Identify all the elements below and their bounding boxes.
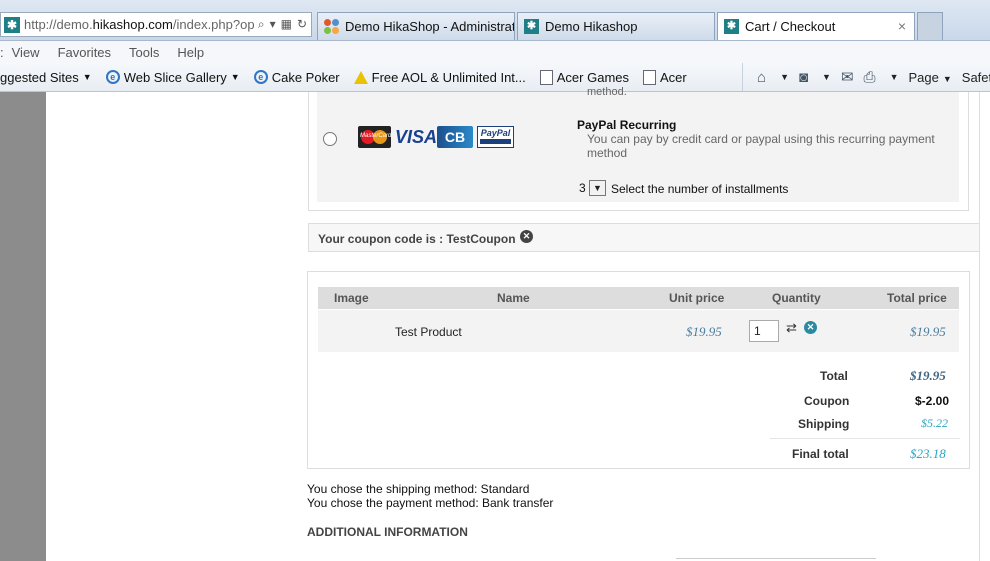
column-quantity: Quantity xyxy=(772,291,821,305)
search-icon[interactable]: ⌕ xyxy=(258,17,265,32)
unit-price: $19.95 xyxy=(686,324,722,339)
coupon-code-text: Your coupon code is : TestCoupon xyxy=(318,232,516,246)
tab-hikashop-admin[interactable]: Demo HikaShop - Administrati... xyxy=(317,12,515,40)
safety-menu[interactable]: Safet xyxy=(962,70,990,85)
cb-card-icon: CB xyxy=(437,126,473,148)
cart-table-header: Image Name Unit price Quantity Total pri… xyxy=(318,287,959,309)
favorite-suggested-sites[interactable]: ggested Sites ▼ xyxy=(0,70,92,85)
menu-tools[interactable]: Tools xyxy=(129,45,159,60)
page-icon xyxy=(643,69,657,85)
coupon-label: Coupon xyxy=(804,394,850,408)
ie-icon: e xyxy=(105,70,120,84)
payment-method-note: You chose the payment method: Bank trans… xyxy=(307,496,554,510)
compatibility-icon[interactable]: ▦ xyxy=(281,17,292,32)
address-bar[interactable]: ✱ http://demo.hikashop.com/index.php?op … xyxy=(0,12,312,37)
column-total-price: Total price xyxy=(887,291,947,305)
address-url[interactable]: http://demo.hikashop.com/index.php?op xyxy=(24,17,258,32)
refresh-quantity-icon[interactable]: ⇄ xyxy=(786,320,797,336)
page-right-border xyxy=(979,92,980,561)
coupon-value: $-2.00 xyxy=(915,394,950,408)
menu-bar: : View Favorites Tools Help xyxy=(0,41,990,63)
favorite-acer-games[interactable]: Acer Games xyxy=(539,69,629,85)
hikashop-favicon-icon: ✱ xyxy=(4,16,20,33)
refresh-icon[interactable]: ↻ xyxy=(297,17,307,32)
mastercard-icon: MasterCard xyxy=(358,126,391,148)
chevron-down-icon[interactable]: ▼ xyxy=(822,72,831,82)
table-row: Test Product $19.95 $19.95 xyxy=(318,310,959,352)
shipping-method-note: You chose the shipping method: Standard xyxy=(307,482,530,496)
mail-icon[interactable]: ✉ xyxy=(841,68,854,86)
ie-icon: e xyxy=(253,70,268,84)
menu-view[interactable]: View xyxy=(12,45,40,60)
print-icon[interactable]: ⎙ xyxy=(864,69,876,86)
page-left-margin xyxy=(0,92,46,561)
additional-information-heading: ADDITIONAL INFORMATION xyxy=(307,525,468,539)
column-unit-price: Unit price xyxy=(669,291,725,305)
hikashop-favicon-icon: ✱ xyxy=(724,19,739,34)
row-total-price: $19.95 xyxy=(910,324,946,339)
quantity-input[interactable]: 1 xyxy=(749,320,779,342)
page-menu[interactable]: Page ▼ xyxy=(908,70,951,85)
chevron-down-icon[interactable]: ▼ xyxy=(780,72,789,82)
installments-select[interactable]: ▼ xyxy=(589,180,606,196)
chevron-down-icon: ▼ xyxy=(230,72,240,82)
home-icon[interactable]: ⌂ xyxy=(757,69,766,86)
visa-icon: VISA xyxy=(395,127,438,147)
final-total-label: Final total xyxy=(792,447,849,461)
paypal-recurring-radio[interactable] xyxy=(323,132,337,146)
browser-tab-bar: ✱ http://demo.hikashop.com/index.php?op … xyxy=(0,0,990,41)
command-bar: ⌂ ▼ ◙ ▼ ✉ ⎙ ▼ Page ▼ Safet xyxy=(742,63,990,91)
favorite-acer[interactable]: Acer xyxy=(643,69,687,85)
product-name[interactable]: Test Product xyxy=(395,325,462,339)
joomla-icon xyxy=(324,19,339,34)
tab-cart-checkout[interactable]: ✱ Cart / Checkout × xyxy=(717,12,915,40)
total-label: Total xyxy=(820,369,848,383)
menu-help[interactable]: Help xyxy=(177,45,204,60)
page-icon xyxy=(539,69,553,85)
favorite-web-slice-gallery[interactable]: e Web Slice Gallery ▼ xyxy=(105,70,240,85)
hikashop-favicon-icon: ✱ xyxy=(524,19,539,34)
shipping-value: $5.22 xyxy=(921,416,948,430)
favorite-cake-poker[interactable]: e Cake Poker xyxy=(253,70,340,85)
installments-value: 3 xyxy=(579,181,586,195)
warning-icon xyxy=(353,70,368,84)
column-name: Name xyxy=(497,291,530,305)
menu-favorites[interactable]: Favorites xyxy=(58,45,111,60)
chevron-down-icon: ▼ xyxy=(593,183,602,193)
total-value: $19.95 xyxy=(910,368,946,383)
payment-method-description: You can pay by credit card or paypal usi… xyxy=(587,132,935,160)
payment-card-logos: MasterCard VISA CB PayPal xyxy=(358,126,514,148)
menu-edit-clip[interactable]: : xyxy=(0,45,4,60)
dropdown-icon[interactable]: ▾ xyxy=(270,17,276,32)
totals-divider xyxy=(770,438,960,439)
rss-feed-icon[interactable]: ◙ xyxy=(799,69,808,86)
tab-demo-hikashop[interactable]: ✱ Demo Hikashop xyxy=(517,12,715,40)
installments-label: Select the number of installments xyxy=(611,182,789,196)
chevron-down-icon: ▼ xyxy=(82,72,92,82)
favorite-free-aol[interactable]: Free AOL & Unlimited Int... xyxy=(353,70,526,85)
final-total-value: $23.18 xyxy=(910,446,946,461)
paypal-icon: PayPal xyxy=(477,126,514,148)
close-tab-icon[interactable]: × xyxy=(898,18,906,34)
chevron-down-icon[interactable]: ▼ xyxy=(890,72,899,82)
favorites-bar: ggested Sites ▼ e Web Slice Gallery ▼ e Cake… xyxy=(0,63,990,92)
remove-product-icon[interactable]: ✕ xyxy=(804,321,817,334)
payment-method-name: PayPal Recurring xyxy=(577,118,677,132)
form-field-edge xyxy=(676,558,876,559)
shipping-label: Shipping xyxy=(798,417,850,431)
column-image: Image xyxy=(334,291,369,305)
new-tab-button[interactable] xyxy=(917,12,943,40)
previous-method-text: method. xyxy=(587,86,627,98)
remove-coupon-icon[interactable]: ✕ xyxy=(520,230,533,243)
